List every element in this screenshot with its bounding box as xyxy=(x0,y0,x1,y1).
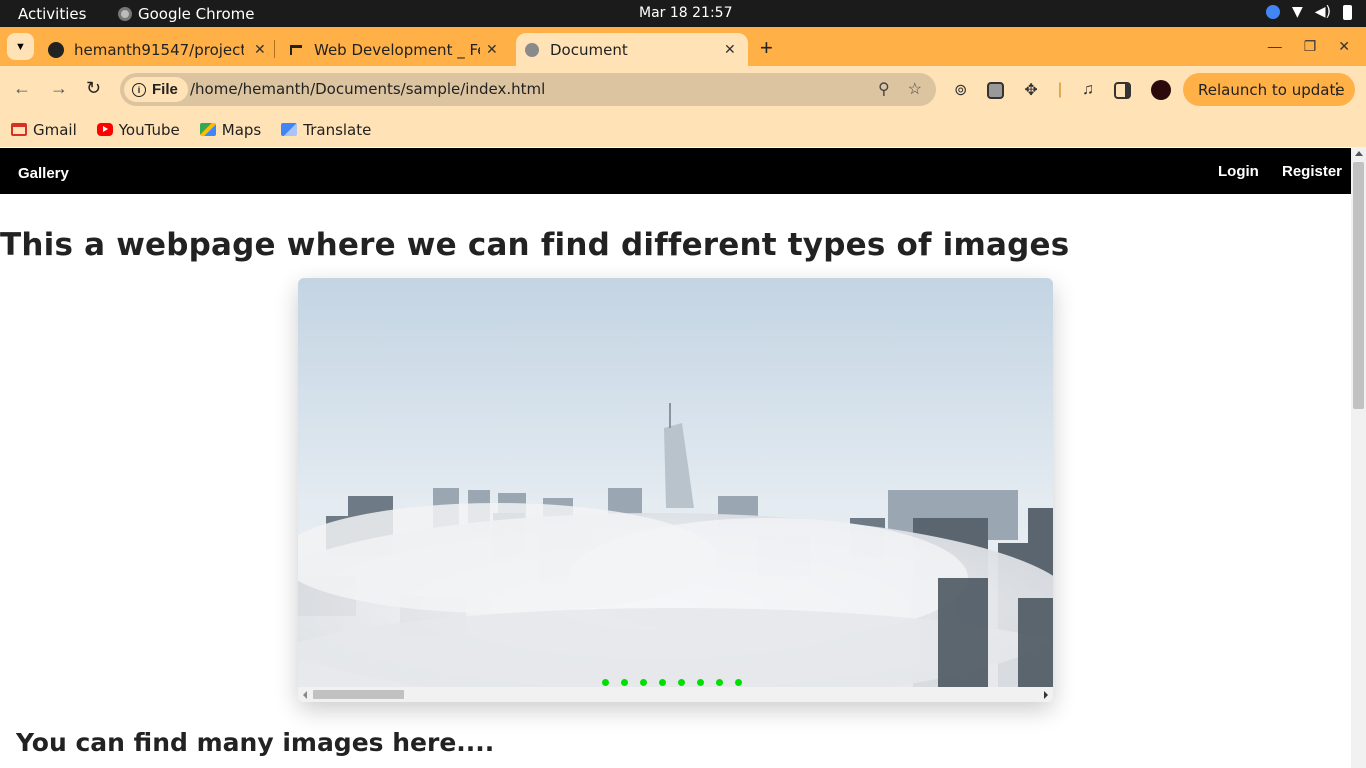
scrollbar-thumb[interactable] xyxy=(1353,162,1364,409)
youtube-icon xyxy=(96,123,113,136)
side-panel-icon[interactable] xyxy=(1113,81,1131,99)
tab-divider xyxy=(274,40,275,58)
activities-button[interactable]: Activities xyxy=(18,5,86,23)
scroll-up-arrow[interactable] xyxy=(1355,151,1363,156)
relaunch-label: Relaunch to update xyxy=(1198,80,1345,99)
scroll-right-arrow[interactable] xyxy=(1044,691,1048,699)
section-heading: You can find many images here.... xyxy=(16,728,495,757)
toolbar-divider: | xyxy=(1057,81,1062,98)
bookmarks-bar: Gmail YouTube Maps Translate xyxy=(0,112,1366,147)
more-menu-icon[interactable]: ⋮ xyxy=(1329,79,1345,98)
carousel-dot[interactable] xyxy=(735,679,742,686)
reload-button[interactable]: ↻ xyxy=(86,78,101,99)
close-icon[interactable]: ✕ xyxy=(254,42,266,58)
page-viewport: Gallery Login Register This a webpage wh… xyxy=(0,147,1351,768)
app-menu[interactable]: Google Chrome xyxy=(118,5,255,23)
bookmark-label: Maps xyxy=(221,120,262,139)
image-carousel[interactable] xyxy=(298,278,1053,702)
volume-icon[interactable]: ◀) xyxy=(1315,4,1331,20)
omnibox-actions: ⚲ ☆ xyxy=(878,79,922,99)
media-controls-icon[interactable]: ♫ xyxy=(1082,81,1094,99)
translate-icon xyxy=(281,123,298,136)
site-info-chip[interactable]: i File xyxy=(124,77,188,102)
minimize-icon[interactable]: — xyxy=(1268,38,1282,55)
extension-box-icon[interactable] xyxy=(987,81,1005,99)
carousel-dot[interactable] xyxy=(640,679,647,686)
info-icon: i xyxy=(132,82,146,97)
bookmark-translate[interactable]: Translate xyxy=(281,121,371,139)
bookmark-star-icon[interactable]: ☆ xyxy=(908,79,922,99)
close-icon[interactable]: ✕ xyxy=(486,42,498,58)
tab-title: Web Development _ Feb xyxy=(314,40,480,59)
tab-strip: ▼ hemanth91547/project ✕ Web Development… xyxy=(0,27,1366,66)
carousel-image xyxy=(298,278,1053,687)
chevron-down-icon: ▼ xyxy=(15,40,26,53)
scrollbar-thumb[interactable] xyxy=(313,690,404,699)
carousel-dot[interactable] xyxy=(678,679,685,686)
clock[interactable]: Mar 18 21:57 xyxy=(639,5,732,21)
carousel-dot[interactable] xyxy=(659,679,666,686)
register-link[interactable]: Register xyxy=(1282,163,1342,180)
url-text[interactable]: /home/hemanth/Documents/sample/index.htm… xyxy=(190,80,545,98)
scroll-left-arrow[interactable] xyxy=(303,691,307,699)
system-top-bar: Activities Google Chrome Mar 18 21:57 ▼ … xyxy=(0,0,1366,27)
github-icon xyxy=(48,41,64,58)
new-tab-button[interactable]: + xyxy=(760,35,773,61)
bookmark-youtube[interactable]: YouTube xyxy=(96,120,180,139)
tab-document[interactable]: Document ✕ xyxy=(516,33,748,66)
brand-link[interactable]: Gallery xyxy=(18,165,69,182)
carousel-dot[interactable] xyxy=(697,679,704,686)
carousel-dot[interactable] xyxy=(621,679,628,686)
extension-link-icon[interactable]: ⊚ xyxy=(954,80,967,100)
carousel-dot[interactable] xyxy=(602,679,609,686)
bookmark-label: Gmail xyxy=(33,120,77,139)
tab-search-button[interactable]: ▼ xyxy=(7,33,34,60)
close-window-icon[interactable]: ✕ xyxy=(1338,38,1350,55)
app-name: Google Chrome xyxy=(138,5,255,23)
page-vertical-scrollbar[interactable] xyxy=(1351,147,1366,768)
wifi-icon[interactable]: ▼ xyxy=(1292,4,1303,20)
extensions-puzzle-icon[interactable]: ✥ xyxy=(1024,80,1037,100)
notification-icon[interactable] xyxy=(1265,5,1280,19)
carousel-dot[interactable] xyxy=(716,679,723,686)
page-title: This a webpage where we can find differe… xyxy=(0,227,1070,263)
profile-avatar[interactable] xyxy=(1150,80,1171,100)
login-link[interactable]: Login xyxy=(1218,163,1259,180)
system-tray[interactable]: ▼ ◀) xyxy=(1265,4,1352,20)
gmail-icon xyxy=(11,123,27,136)
tab-github[interactable]: hemanth91547/project ✕ xyxy=(48,33,266,66)
bookmark-label: Translate xyxy=(303,120,372,139)
maps-icon xyxy=(199,123,216,136)
battery-icon[interactable] xyxy=(1343,4,1352,20)
bookmark-label: YouTube xyxy=(118,120,180,139)
browser-toolbar: ← → ↻ i File /home/hemanth/Documents/sam… xyxy=(0,66,1366,112)
bookmark-gmail[interactable]: Gmail xyxy=(11,121,77,139)
site-navbar: Gallery Login Register xyxy=(0,148,1351,194)
relaunch-button[interactable]: Relaunch to update ⋮ xyxy=(1183,73,1355,106)
chip-label: File xyxy=(152,81,178,98)
window-controls: — ❐ ✕ xyxy=(1268,38,1350,55)
tab-title: Document xyxy=(550,40,628,59)
tab-title: hemanth91547/project xyxy=(74,40,244,59)
carousel-indicators xyxy=(602,679,742,686)
close-icon[interactable]: ✕ xyxy=(724,42,736,58)
restore-icon[interactable]: ❐ xyxy=(1304,38,1317,55)
tab-web-development[interactable]: Web Development _ Feb ✕ xyxy=(288,33,504,66)
back-button[interactable]: ← xyxy=(13,78,31,99)
chrome-icon xyxy=(118,7,132,21)
carousel-horizontal-scrollbar[interactable] xyxy=(298,687,1053,702)
zoom-icon[interactable]: ⚲ xyxy=(878,79,890,99)
forward-button[interactable]: → xyxy=(50,78,68,99)
extensions-area: ⊚ ✥ | ♫ xyxy=(954,80,1171,100)
bookmark-maps[interactable]: Maps xyxy=(199,120,262,139)
globe-icon xyxy=(524,42,540,58)
web-dev-icon xyxy=(288,42,304,58)
address-bar[interactable]: i File /home/hemanth/Documents/sample/in… xyxy=(120,73,936,106)
